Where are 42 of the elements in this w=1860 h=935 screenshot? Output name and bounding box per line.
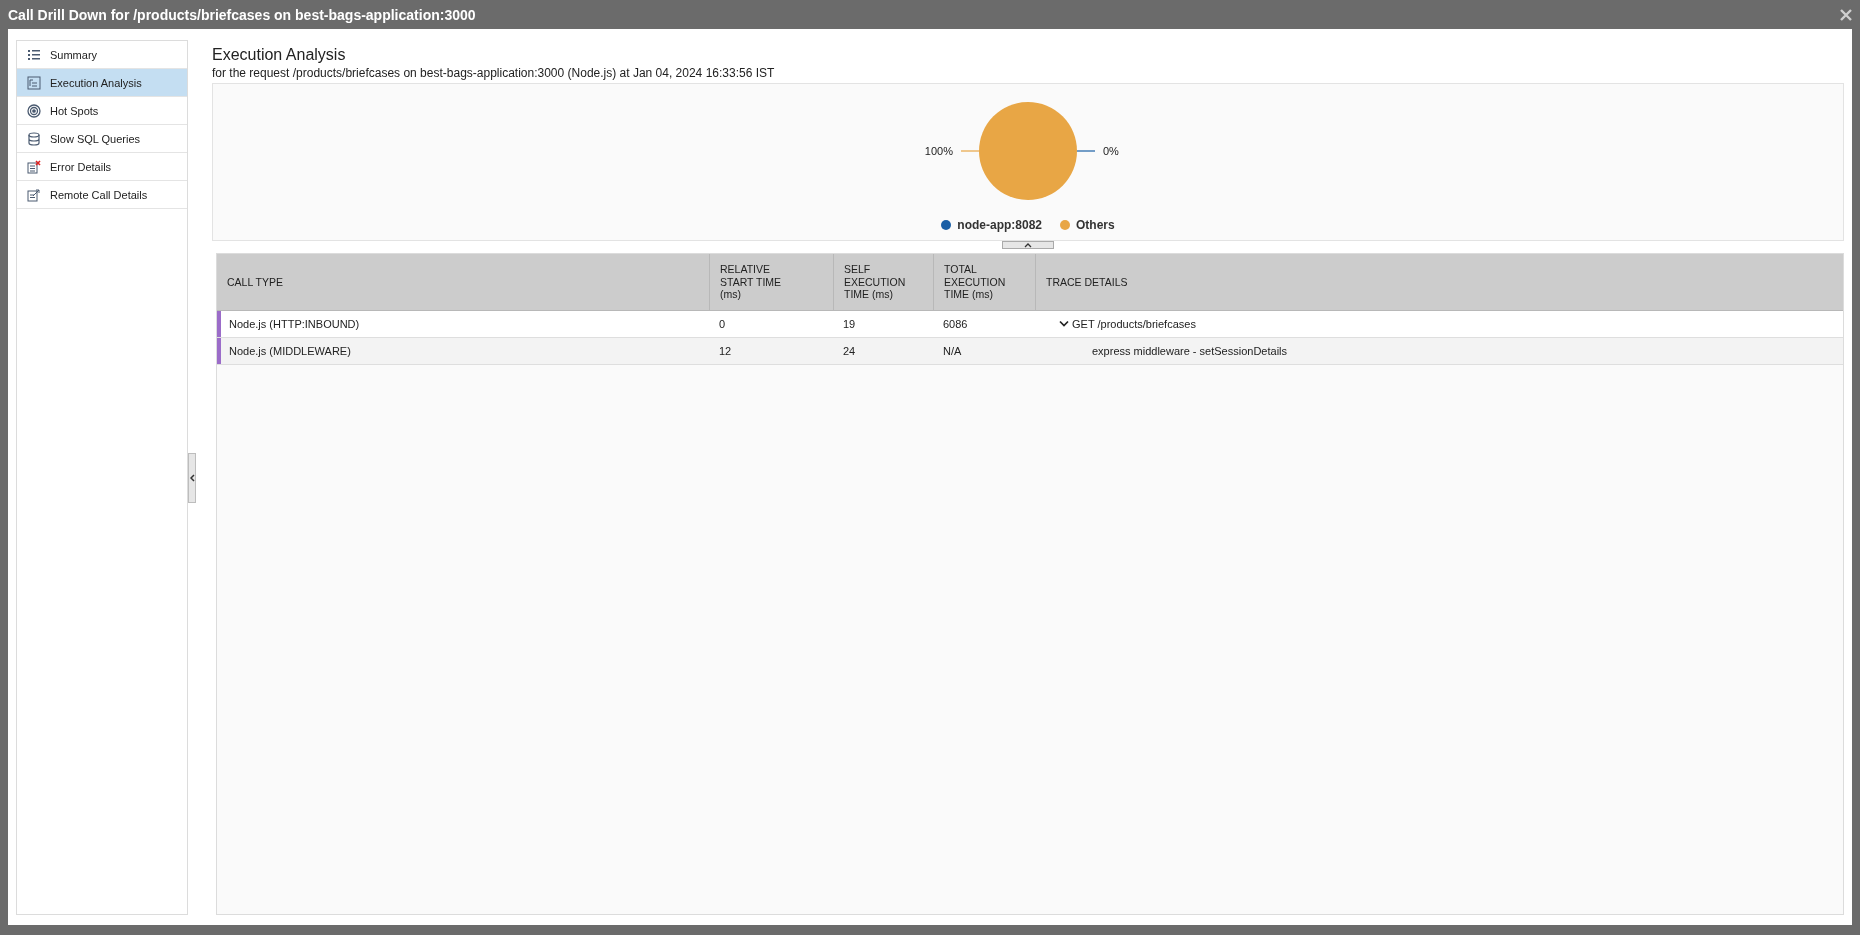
slice-value-label: 100% xyxy=(924,145,953,157)
table-row[interactable]: Node.js (MIDDLEWARE) 12 24 N/A express middleware - setSessionDetails xyxy=(217,338,1843,365)
table-cell: 19 xyxy=(843,318,856,330)
table-cell: N/A xyxy=(943,345,962,357)
slice-value-label: 0% xyxy=(1103,145,1119,157)
table-row[interactable]: Node.js (HTTP:INBOUND) 0 19 6086 GET /products/briefcases xyxy=(217,311,1843,338)
sidebar-item[interactable]: Remote Call Details xyxy=(17,181,187,209)
page-title: Execution Analysis xyxy=(212,46,347,64)
table-cell: express middleware - setSessionDetails xyxy=(1092,345,1288,357)
column-header: TOTAL EXECUTION TIME (ms) xyxy=(944,263,1007,301)
sidebar-item[interactable]: Hot Spots xyxy=(17,97,187,125)
column-header: RELATIVE START TIME (ms) xyxy=(720,263,783,301)
table-cell: 12 xyxy=(719,345,732,357)
table-cell: GET /products/briefcases xyxy=(1072,318,1196,330)
column-header: TRACE DETAILS xyxy=(1046,275,1128,289)
chevron-down-icon[interactable] xyxy=(1059,320,1069,328)
table-cell: Node.js (HTTP:INBOUND) xyxy=(229,318,360,330)
column-header: SELF EXECUTION TIME (ms) xyxy=(844,263,907,301)
target-icon xyxy=(27,103,41,118)
table-cell: Node.js (MIDDLEWARE) xyxy=(229,345,351,357)
window-title: Call Drill Down for /products/briefcases on best-bags-application:3000 xyxy=(8,6,476,23)
tree-list-icon xyxy=(27,75,41,90)
collapse-sidebar-handle[interactable] xyxy=(188,452,196,503)
table-cell: 24 xyxy=(843,345,856,357)
legend-label[interactable]: node-app:8082 xyxy=(957,218,1042,232)
close-icon[interactable] xyxy=(1840,8,1852,21)
leader-line xyxy=(960,150,980,152)
sidebar-item[interactable]: Slow SQL Queries xyxy=(17,125,187,153)
list-icon xyxy=(27,47,41,62)
collapse-chart-button[interactable] xyxy=(1002,241,1054,249)
sidebar-item[interactable]: Execution Analysis xyxy=(17,69,187,97)
page-subtitle: for the request /products/briefcases on best-bags-application:3000 (Node.js) at Jan 04, 2024 16:33:56 IST xyxy=(212,66,776,80)
table-cell: 6086 xyxy=(943,318,968,330)
document-error-icon xyxy=(27,159,41,174)
column-header: CALL TYPE xyxy=(227,275,284,289)
table-cell: 0 xyxy=(719,318,726,330)
chevron-left-icon xyxy=(189,473,195,482)
leader-line xyxy=(1076,150,1096,152)
sidebar-item[interactable]: Error Details xyxy=(17,153,187,181)
database-icon xyxy=(27,131,41,146)
legend-label[interactable]: Others xyxy=(1076,218,1115,232)
caret-up-icon xyxy=(1024,242,1032,248)
